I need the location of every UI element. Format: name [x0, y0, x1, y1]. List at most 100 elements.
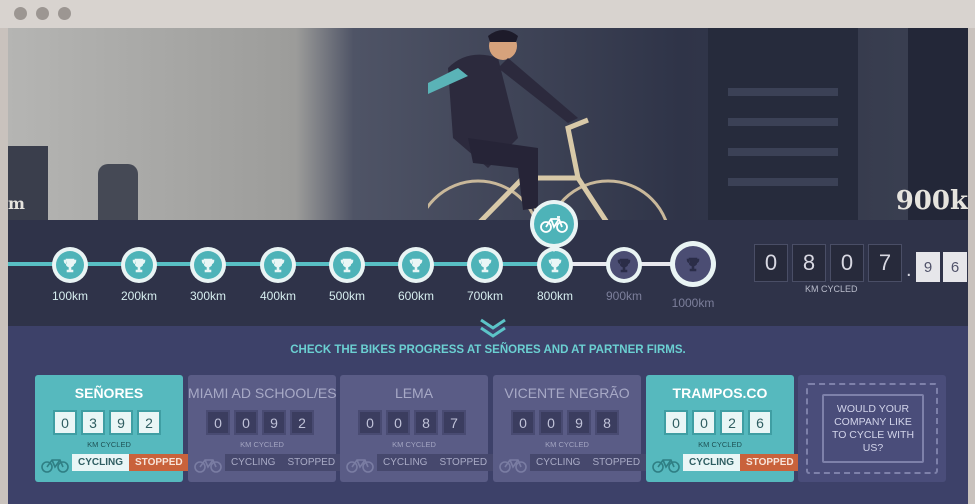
partner-km-digit: 0 [539, 410, 563, 435]
odometer-digit: 7 [868, 244, 902, 282]
status-stopped[interactable]: STOPPED [129, 454, 189, 471]
bike-icon [346, 459, 374, 473]
partner-name: VICENTE NEGRÃO [504, 385, 630, 401]
window-zoom-dot[interactable] [58, 7, 71, 20]
milestone-700km [467, 247, 503, 283]
partner-km-digit: 3 [81, 410, 105, 435]
milestone-label: 100km [51, 289, 89, 303]
partner-km-digit: 0 [234, 410, 258, 435]
partner-km-digit: 7 [442, 410, 466, 435]
bike-icon [540, 216, 568, 233]
odometer-decimal-point: . [906, 259, 912, 281]
window-close-dot[interactable] [14, 7, 27, 20]
partner-status-toggle[interactable]: CYCLING STOPPED [377, 454, 494, 471]
bike-icon [194, 459, 222, 473]
cta-dashed-frame: WOULD YOUR COMPANY LIKE TO CYCLE WITH US… [806, 383, 938, 474]
trophy-icon [63, 258, 77, 273]
trophy-icon [617, 258, 631, 273]
window-minimize-dot[interactable] [36, 7, 49, 20]
milestone-label: 800km [536, 289, 574, 303]
odometer-decimal-digit: 9 [916, 252, 940, 282]
milestone-800km [537, 247, 573, 283]
bike-icon [499, 459, 527, 473]
bike-icon [652, 459, 680, 473]
partner-status-toggle[interactable]: CYCLING STOPPED [72, 454, 189, 471]
join-cta-card[interactable]: WOULD YOUR COMPANY LIKE TO CYCLE WITH US… [798, 375, 946, 482]
partner-km-digit: 0 [664, 410, 688, 435]
status-cycling[interactable]: CYCLING [72, 454, 129, 471]
milestone-label: 300km [189, 289, 227, 303]
partner-km-digit: 2 [137, 410, 161, 435]
browser-titlebar [0, 0, 975, 28]
partner-km-digit: 2 [290, 410, 314, 435]
milestone-1000km [670, 241, 716, 287]
trophy-icon [132, 258, 146, 273]
partner-card[interactable]: MIAMI AD SCHOOL/ESPM0092KM CYCLEDCYCLING… [188, 375, 342, 482]
milestone-label: 400km [259, 289, 297, 303]
partner-km-caption: KM CYCLED [240, 440, 284, 449]
partner-km-digit: 9 [109, 410, 133, 435]
partner-km-counter: 0392 [53, 410, 165, 435]
odometer-digit: 0 [754, 244, 788, 282]
trophy-icon [271, 258, 285, 273]
trophy-icon [201, 258, 215, 273]
partner-name: TRAMPOS.CO [672, 385, 768, 401]
partner-km-digit: 0 [53, 410, 77, 435]
partner-status-toggle[interactable]: CYCLING STOPPED [225, 454, 342, 471]
partner-km-caption: KM CYCLED [545, 440, 589, 449]
odometer-decimal-digit: 6 [943, 252, 967, 282]
milestone-300km [190, 247, 226, 283]
partner-km-digit: 2 [720, 410, 744, 435]
current-position-marker [530, 200, 578, 248]
partner-status-toggle[interactable]: CYCLING STOPPED [683, 454, 800, 471]
status-stopped[interactable]: STOPPED [586, 454, 647, 471]
odometer-caption: KM CYCLED [805, 284, 858, 294]
partner-card[interactable]: LEMA 0 0 8 7 KM CYCLED CYCLING STOPPED [340, 375, 494, 482]
partner-km-digit: 0 [511, 410, 535, 435]
partner-card[interactable]: SEÑORES 0 3 9 2 KM CYCLED CYCLING STOPPED [35, 375, 189, 482]
trophy-icon [548, 258, 562, 273]
milestone-label: 600km [397, 289, 435, 303]
progress-tracker: 100km 200km 300km 400km 500km 600km 700km 800km… [8, 200, 968, 326]
join-cta-button[interactable]: WOULD YOUR COMPANY LIKE TO CYCLE WITH US… [822, 394, 924, 463]
page-viewport: m 900k 100km 200km 300km 400km 500km 600km 700… [8, 28, 968, 504]
double-chevron-down-icon[interactable] [478, 317, 508, 339]
partner-km-counter: 0092 [206, 410, 318, 435]
hero-illustration: m 900k [8, 28, 968, 224]
partner-km-counter: 0026 [664, 410, 776, 435]
partner-km-counter: 0098 [511, 410, 623, 435]
odometer-digit: 0 [830, 244, 864, 282]
partner-km-digit: 9 [262, 410, 286, 435]
status-stopped[interactable]: STOPPED [740, 454, 800, 471]
partner-card[interactable]: TRAMPOS.CO 0 0 2 6 KM CYCLED CYCLING STOPPED [646, 375, 800, 482]
milestone-200km [121, 247, 157, 283]
status-cycling[interactable]: CYCLING [225, 454, 282, 471]
status-stopped[interactable]: STOPPED [433, 454, 494, 471]
milestone-label: 900km [605, 289, 643, 303]
milestone-600km [398, 247, 434, 283]
partner-km-caption: KM CYCLED [392, 440, 436, 449]
trophy-icon [409, 258, 423, 273]
partner-km-digit: 0 [206, 410, 230, 435]
partner-card[interactable]: VICENTE NEGRÃO 0 0 9 8 KM CYCLED CYCLING STOPPE… [493, 375, 647, 482]
partner-km-digit: 0 [692, 410, 716, 435]
milestone-100km [52, 247, 88, 283]
partner-km-digit: 0 [386, 410, 410, 435]
partner-km-caption: KM CYCLED [87, 440, 131, 449]
status-cycling[interactable]: CYCLING [530, 454, 587, 471]
trophy-icon [478, 258, 492, 273]
status-cycling[interactable]: CYCLING [377, 454, 434, 471]
milestone-500km [329, 247, 365, 283]
partner-name: MIAMI AD SCHOOL/ESPM [188, 385, 336, 401]
total-km-odometer: 0 8 0 7 . 9 6 [754, 244, 968, 282]
partner-status-toggle[interactable]: CYCLING STOPPED [530, 454, 647, 471]
partner-name: LEMA [394, 385, 434, 401]
partner-km-digit: 6 [748, 410, 772, 435]
odometer-digit: 8 [792, 244, 826, 282]
partner-name: SEÑORES [74, 385, 144, 401]
status-cycling[interactable]: CYCLING [683, 454, 740, 471]
milestone-label: 700km [466, 289, 504, 303]
status-stopped[interactable]: STOPPED [281, 454, 342, 471]
milestone-label: 1000km [671, 296, 715, 310]
partner-km-digit: 8 [595, 410, 619, 435]
